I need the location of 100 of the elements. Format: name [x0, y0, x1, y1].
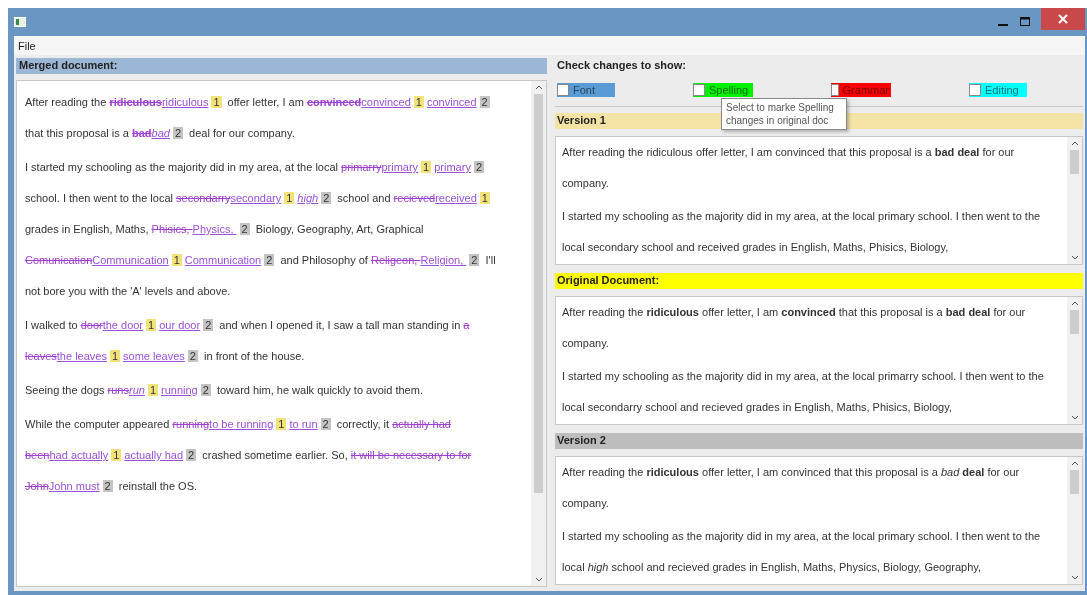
deleted-text: primarry — [341, 161, 382, 173]
scrollbar-thumb[interactable] — [534, 94, 543, 493]
maximize-icon[interactable] — [1019, 16, 1031, 28]
scrollbar[interactable] — [1067, 137, 1082, 264]
deleted-text: convinced — [306, 96, 362, 108]
version-badge: 2 — [187, 350, 198, 362]
panel-header: Merged document: — [16, 58, 547, 74]
section-header: Version 2 — [555, 433, 1083, 449]
version-badge: 2 — [479, 96, 490, 108]
version-badge: 1 — [413, 96, 424, 108]
version-badge: 2 — [321, 192, 332, 204]
version-badge: 1 — [109, 350, 121, 362]
version-badge: 2 — [172, 127, 184, 139]
body-text: Seeing the dogs — [25, 384, 106, 396]
document-text: I started my schooling as the majority did in my area, at the local primarry school. I then went to the local secondarry school and recieved grades in English, Maths, Phisics, Biology, — [562, 369, 1045, 415]
version-badge: 1 — [147, 384, 158, 396]
inserted-text: received — [435, 192, 477, 204]
version-badge: 1 — [479, 192, 490, 204]
section-header: Original Document: — [555, 273, 1083, 289]
document-text: After reading the ridiculous offer letter, I am convinced that this proposal is a bad deal for our company. — [562, 145, 1016, 191]
version-badge: 1 — [111, 449, 122, 461]
version-badge: 2 — [264, 254, 275, 266]
scroll-up-icon[interactable] — [1070, 461, 1079, 466]
menu-item[interactable]: File — [18, 39, 36, 52]
inserted-text: the leaves — [56, 350, 107, 362]
inserted-text: secondary — [230, 192, 282, 204]
scrollbar-thumb[interactable] — [1070, 470, 1079, 494]
body-text: I walked to — [25, 319, 79, 331]
scroll-up-icon[interactable] — [534, 85, 543, 90]
tooltip: Select to marke Spelling changes in original doc — [721, 98, 847, 130]
deleted-text: running — [172, 418, 210, 430]
body-text: Biology, Geography, Art, Graphical — [254, 223, 424, 235]
version-badge: 1 — [146, 319, 157, 331]
change-type-checkbox[interactable]: Spelling — [693, 83, 753, 97]
deleted-text: Religeon, — [370, 254, 419, 266]
text-area[interactable] — [16, 80, 547, 587]
scroll-down-icon[interactable] — [1070, 575, 1079, 580]
scroll-down-icon[interactable] — [1070, 255, 1079, 260]
inserted-text: to be running — [209, 418, 274, 430]
scroll-up-icon[interactable] — [1070, 301, 1079, 306]
scroll-down-icon[interactable] — [1070, 415, 1079, 420]
body-text: After reading the — [25, 96, 108, 108]
deleted-text: Comunication — [25, 254, 93, 266]
inserted-text: Communication — [184, 254, 262, 266]
deleted-text: ridiculous — [109, 96, 162, 108]
inserted-text: some leaves — [123, 350, 185, 362]
body-text: correctly, it — [335, 418, 391, 430]
inserted-text: bad — [151, 127, 170, 139]
change-type-checkbox[interactable]: Editing — [969, 83, 1027, 97]
scrollbar[interactable] — [1067, 297, 1082, 424]
version-badge: 2 — [200, 384, 211, 396]
scrollbar-thumb[interactable] — [1070, 310, 1079, 334]
deleted-text: it will be necessary to for — [350, 449, 472, 461]
inserted-text: the door — [102, 319, 144, 331]
scroll-up-icon[interactable] — [1070, 141, 1079, 146]
version-badge: 1 — [171, 254, 182, 266]
inserted-text: to run — [289, 418, 318, 430]
document-text: I started my schooling as the majority did in my area, at the local primary school. I then went to the local secondary school and received grades in English, Maths, Phisics, Biology, — [562, 209, 1042, 255]
inserted-text: high — [297, 192, 319, 204]
close-button[interactable] — [1041, 8, 1085, 30]
body-text: that this proposal is a — [25, 127, 130, 139]
body-text: toward him, he walk quickly to avoid them. — [215, 384, 423, 396]
document-text: After reading the ridiculous offer letter, I am convinced that this proposal is a bad deal for our company. — [562, 465, 1021, 511]
section-label: Check changes to show: — [556, 58, 687, 73]
text-area[interactable] — [555, 136, 1083, 265]
inserted-text: had actually — [49, 449, 109, 461]
body-text: deal for our company. — [188, 127, 295, 139]
deleted-text: Phisics, — [151, 223, 191, 235]
scrollbar-thumb[interactable] — [1070, 150, 1079, 174]
deleted-text: been — [25, 449, 50, 461]
version-badge: 2 — [102, 480, 113, 492]
version-badge: 1 — [284, 192, 295, 204]
body-text: reinstall the OS. — [117, 480, 198, 492]
scroll-down-icon[interactable] — [534, 577, 543, 582]
scrollbar[interactable] — [1067, 457, 1082, 584]
text-area[interactable] — [555, 456, 1083, 585]
inserted-text: run — [129, 384, 145, 396]
deleted-text: a — [463, 319, 470, 331]
inserted-text: primary — [434, 161, 471, 173]
inserted-text: convinced — [361, 96, 411, 108]
version-badge: 2 — [473, 161, 485, 173]
body-text: offer letter, I am — [226, 96, 305, 108]
deleted-text: leaves — [25, 350, 57, 362]
inserted-text: John must — [48, 480, 100, 492]
inserted-text: Physics, — [192, 223, 235, 235]
text-area[interactable] — [555, 296, 1083, 425]
scrollbar[interactable] — [531, 81, 546, 586]
inserted-text: our door — [159, 319, 201, 331]
deleted-text: John — [25, 480, 49, 492]
change-type-checkbox[interactable]: Font — [557, 83, 615, 97]
deleted-text: actually had — [392, 418, 451, 430]
body-text: not bore you with the 'A' levels and above. — [25, 285, 231, 297]
deleted-text: secondarry — [176, 192, 231, 204]
version-badge: 2 — [469, 254, 480, 266]
version-badge: 1 — [276, 418, 287, 430]
change-type-checkbox[interactable]: Grammar — [831, 83, 891, 97]
version-badge: 2 — [320, 418, 331, 430]
body-text: in front of the house. — [203, 350, 305, 362]
body-text: grades in English, Maths, — [25, 223, 150, 235]
inserted-text: Communication — [92, 254, 169, 266]
